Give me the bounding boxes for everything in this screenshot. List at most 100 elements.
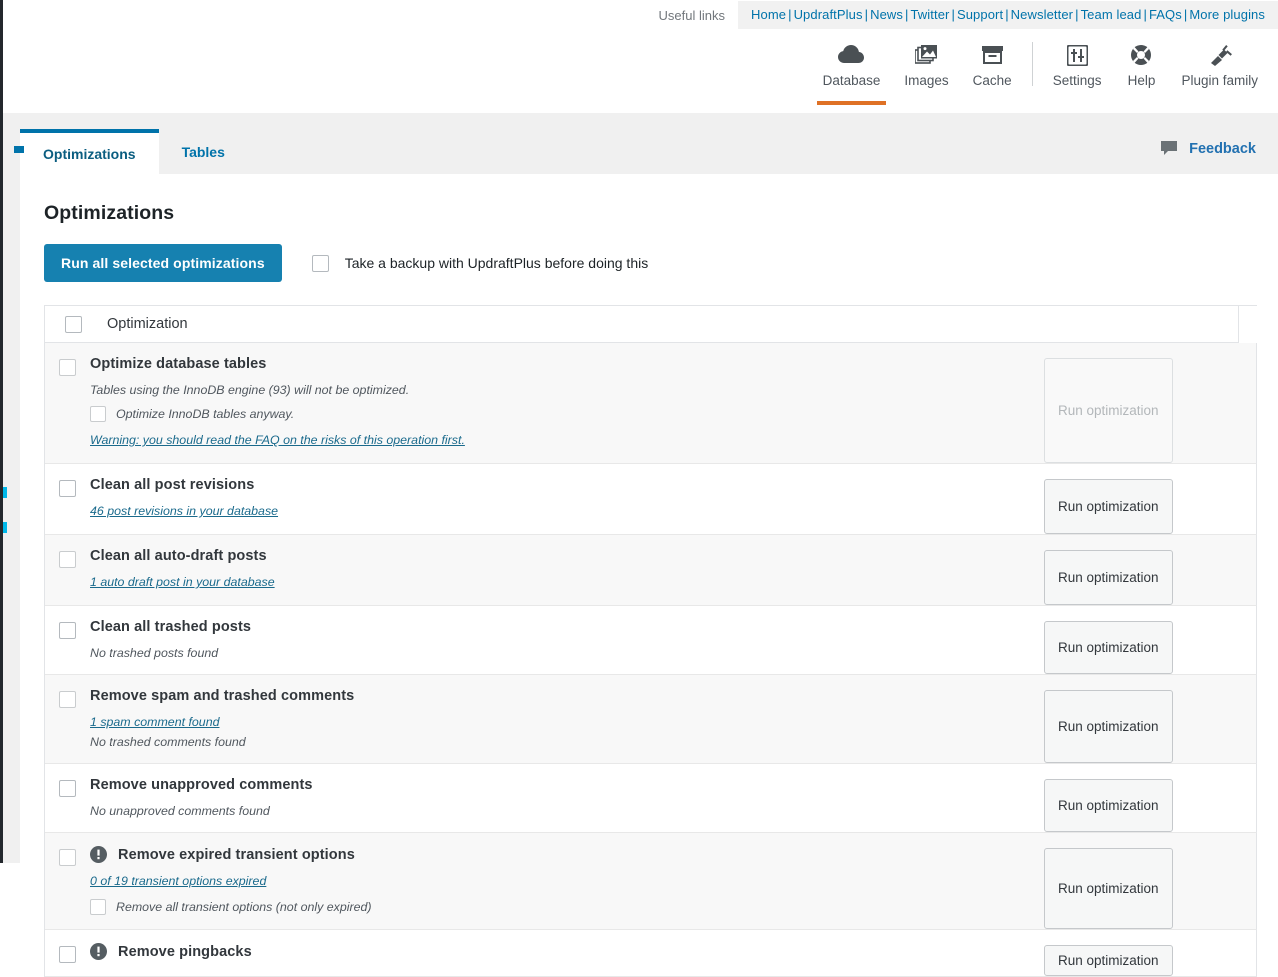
link-separator: |: [1075, 7, 1079, 22]
useful-links-bar: Useful links Home | UpdraftPlus | News | Twitt…: [659, 0, 1278, 30]
row-content: Clean all auto-draft posts 1 auto draft …: [90, 535, 1044, 605]
run-optimization-button[interactable]: Run optimization: [1044, 779, 1173, 832]
useful-link-faqs[interactable]: FAQs: [1149, 7, 1182, 22]
row-content: Clean all trashed posts No trashed posts…: [90, 606, 1044, 674]
run-optimization-button[interactable]: Run optimization: [1044, 945, 1173, 976]
row-checkbox[interactable]: [59, 849, 76, 866]
row-count-link[interactable]: 46 post revisions in your database: [90, 504, 278, 518]
row-title: Remove unapproved comments: [90, 777, 1044, 793]
row-note: No unapproved comments found: [90, 804, 270, 818]
nav-label-images: Images: [904, 73, 949, 88]
useful-link-updraftplus[interactable]: UpdraftPlus: [794, 7, 863, 22]
feedback-label: Feedback: [1189, 141, 1256, 157]
select-all-checkbox[interactable]: [65, 315, 82, 333]
backup-checkbox-wrapper[interactable]: Take a backup with UpdraftPlus before do…: [311, 254, 649, 272]
row-count-link[interactable]: 0 of 19 transient options expired: [90, 874, 266, 888]
useful-link-news[interactable]: News: [870, 7, 903, 22]
table-row: Optimize database tables Tables using th…: [45, 343, 1257, 464]
nav-label-database: Database: [822, 73, 881, 88]
row-title: Remove pingbacks: [90, 943, 1044, 960]
useful-link-twitter[interactable]: Twitter: [910, 7, 949, 22]
nav-item-help[interactable]: Help: [1113, 42, 1169, 88]
row-checkbox[interactable]: [59, 622, 76, 639]
nav-item-cache[interactable]: Cache: [961, 42, 1024, 88]
useful-link-newsletter[interactable]: Newsletter: [1011, 7, 1073, 22]
nav-label-cache: Cache: [972, 73, 1012, 88]
nav-item-plugin-family[interactable]: Plugin family: [1169, 42, 1270, 88]
row-note: No trashed posts found: [90, 646, 219, 660]
useful-link-team-lead[interactable]: Team lead: [1081, 7, 1142, 22]
cloud-icon: [838, 42, 865, 68]
run-optimization-button[interactable]: Run optimization: [1044, 848, 1173, 929]
page-title: Optimizations: [44, 202, 175, 224]
row-button-cell: Run optimization: [1044, 675, 1256, 763]
row-content: Remove spam and trashed comments 1 spam …: [90, 675, 1044, 763]
row-sub-checkbox-wrapper[interactable]: Remove all transient options (not only e…: [90, 899, 1044, 915]
feedback-link[interactable]: Feedback: [1161, 140, 1256, 158]
useful-link-support[interactable]: Support: [957, 7, 1003, 22]
row-checkbox[interactable]: [59, 551, 76, 568]
row-title: Clean all auto-draft posts: [90, 548, 1044, 564]
row-content: Optimize database tables Tables using th…: [90, 343, 1044, 463]
row-title-text: Remove unapproved comments: [90, 777, 313, 793]
nav-item-images[interactable]: Images: [892, 42, 960, 88]
warning-icon: [90, 943, 107, 960]
nav-label-settings: Settings: [1052, 73, 1102, 88]
row-checkbox[interactable]: [59, 946, 76, 963]
row-title: Optimize database tables: [90, 356, 1044, 372]
row-checkbox-cell: [45, 343, 90, 463]
tab-bar: Optimizations Tables: [20, 113, 248, 174]
table-row: Remove pingbacks Run optimization: [45, 930, 1257, 977]
comment-icon: [1161, 140, 1179, 158]
top-navigation: Database Images Cache Settings Help Plug…: [811, 42, 1270, 112]
row-title: Clean all trashed posts: [90, 619, 1044, 635]
cache-box-icon: [981, 42, 1004, 68]
row-checkbox-cell: [45, 764, 90, 832]
optimizations-table: Optimization Optimize database tables Ta…: [44, 305, 1257, 977]
tab-tables[interactable]: Tables: [159, 129, 248, 174]
run-all-optimizations-button[interactable]: Run all selected optimizations: [44, 244, 282, 282]
sidebar-active-tab-marker: [14, 146, 24, 153]
row-button-cell: Run optimization: [1044, 464, 1256, 534]
backup-checkbox-label: Take a backup with UpdraftPlus before do…: [344, 255, 649, 271]
row-checkbox[interactable]: [59, 480, 76, 497]
row-checkbox[interactable]: [59, 691, 76, 708]
row-warning-link[interactable]: Warning: you should read the FAQ on the …: [90, 433, 465, 447]
link-separator: |: [864, 7, 869, 22]
row-checkbox[interactable]: [59, 780, 76, 797]
row-note: Tables using the InnoDB engine (93) will…: [90, 383, 410, 397]
row-sub-checkbox-wrapper[interactable]: Optimize InnoDB tables anyway.: [90, 406, 1044, 422]
run-optimization-button[interactable]: Run optimization: [1044, 358, 1173, 463]
nav-item-settings[interactable]: Settings: [1041, 42, 1114, 88]
useful-link-more-plugins[interactable]: More plugins: [1189, 7, 1265, 22]
row-title: Remove expired transient options: [90, 846, 1044, 863]
link-separator: |: [1143, 7, 1147, 22]
table-row: Remove unapproved comments No unapproved…: [45, 764, 1257, 833]
row-content: Clean all post revisions 46 post revisio…: [90, 464, 1044, 534]
row-count-link[interactable]: 1 auto draft post in your database: [90, 575, 275, 589]
row-content: Remove unapproved comments No unapproved…: [90, 764, 1044, 832]
run-optimization-button[interactable]: Run optimization: [1044, 690, 1173, 763]
row-button-cell: Run optimization: [1044, 535, 1256, 605]
optimize-innodb-label: Optimize InnoDB tables anyway.: [116, 407, 295, 421]
run-optimization-button[interactable]: Run optimization: [1044, 479, 1173, 534]
tab-optimizations[interactable]: Optimizations: [20, 129, 159, 174]
row-button-cell: Run optimization: [1044, 764, 1256, 832]
images-icon: [914, 42, 939, 68]
backup-checkbox[interactable]: [311, 254, 329, 272]
row-title: Remove spam and trashed comments: [90, 688, 1044, 704]
row-count-link[interactable]: 1 spam comment found: [90, 715, 219, 729]
tab-label-optimizations: Optimizations: [43, 145, 136, 162]
optimize-innodb-checkbox[interactable]: [90, 406, 106, 422]
table-row: Remove expired transient options 0 of 19…: [45, 833, 1257, 930]
useful-link-home[interactable]: Home: [751, 7, 786, 22]
run-optimization-button[interactable]: Run optimization: [1044, 621, 1173, 674]
tab-label-tables: Tables: [181, 143, 225, 160]
nav-item-database[interactable]: Database: [811, 42, 893, 105]
remove-all-transients-checkbox[interactable]: [90, 899, 106, 915]
run-optimization-button[interactable]: Run optimization: [1044, 550, 1173, 605]
row-checkbox[interactable]: [59, 359, 76, 376]
row-title-text: Optimize database tables: [90, 356, 267, 372]
life-ring-icon: [1130, 42, 1152, 68]
row-title-text: Remove pingbacks: [118, 943, 252, 960]
